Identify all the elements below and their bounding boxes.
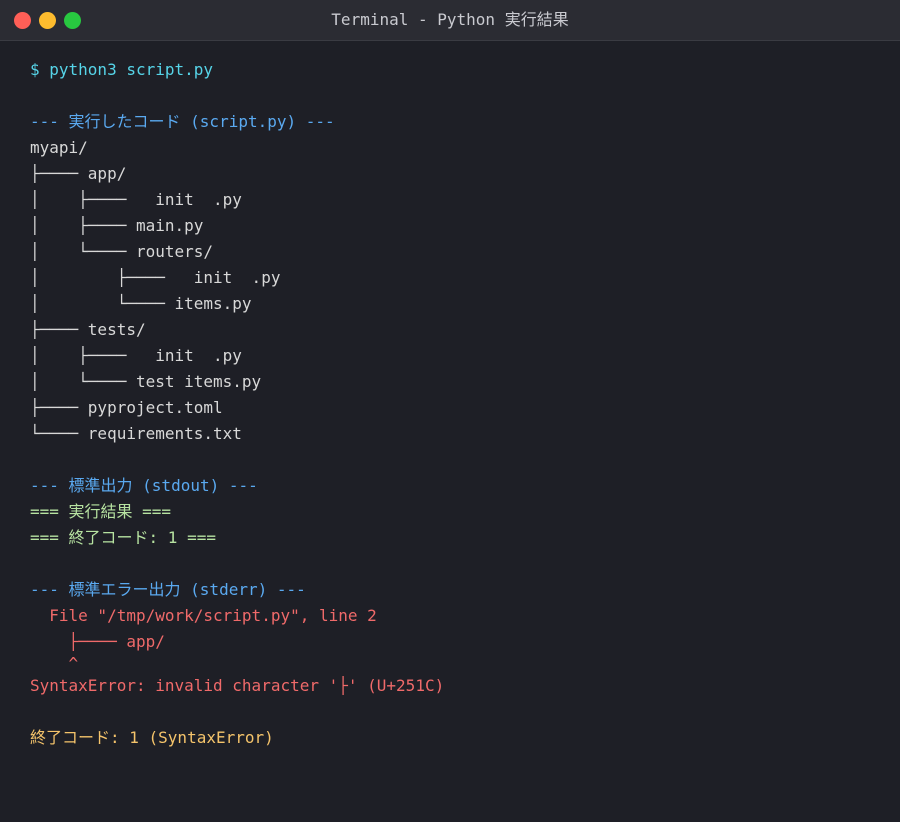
code-line: └──── requirements.txt	[30, 424, 242, 443]
code-line: │ ├──── init .py	[30, 190, 242, 209]
code-block: myapi/ ├──── app/ │ ├──── init .py │ ├──…	[30, 135, 870, 447]
stderr-line: ├──── app/	[30, 632, 165, 651]
command-line: $ python3 script.py	[30, 60, 214, 79]
stderr-line: File "/tmp/work/script.py", line 2	[30, 606, 377, 625]
terminal-window: Terminal - Python 実行結果 $ python3 script.…	[0, 0, 900, 822]
code-line: ├──── app/	[30, 164, 127, 183]
terminal-output[interactable]: $ python3 script.py --- 実行したコード (script.…	[0, 41, 900, 751]
stdout-line: === 終了コード: 1 ===	[30, 528, 216, 547]
syntax-error-message: SyntaxError: invalid character '├' (U+25…	[30, 676, 445, 695]
stderr-section-header: --- 標準エラー出力 (stderr) ---	[30, 580, 306, 599]
code-line: │ └──── items.py	[30, 294, 252, 313]
code-line: │ └──── routers/	[30, 242, 214, 261]
code-line: │ ├──── init .py	[30, 268, 281, 287]
window-title: Terminal - Python 実行結果	[331, 10, 569, 29]
code-line: myapi/	[30, 138, 88, 157]
stdout-line: === 実行結果 ===	[30, 502, 172, 521]
code-section-header: --- 実行したコード (script.py) ---	[30, 112, 335, 131]
error-caret: ^	[30, 655, 79, 673]
stdout-section-header: --- 標準出力 (stdout) ---	[30, 476, 258, 495]
exit-code-line: 終了コード: 1 (SyntaxError)	[30, 728, 274, 747]
code-line: │ ├──── main.py	[30, 216, 204, 235]
code-line: │ ├──── init .py	[30, 346, 242, 365]
title-bar: Terminal - Python 実行結果	[0, 0, 900, 41]
code-line: │ └──── test items.py	[30, 372, 262, 391]
code-line: ├──── tests/	[30, 320, 146, 339]
code-line: ├──── pyproject.toml	[30, 398, 223, 417]
